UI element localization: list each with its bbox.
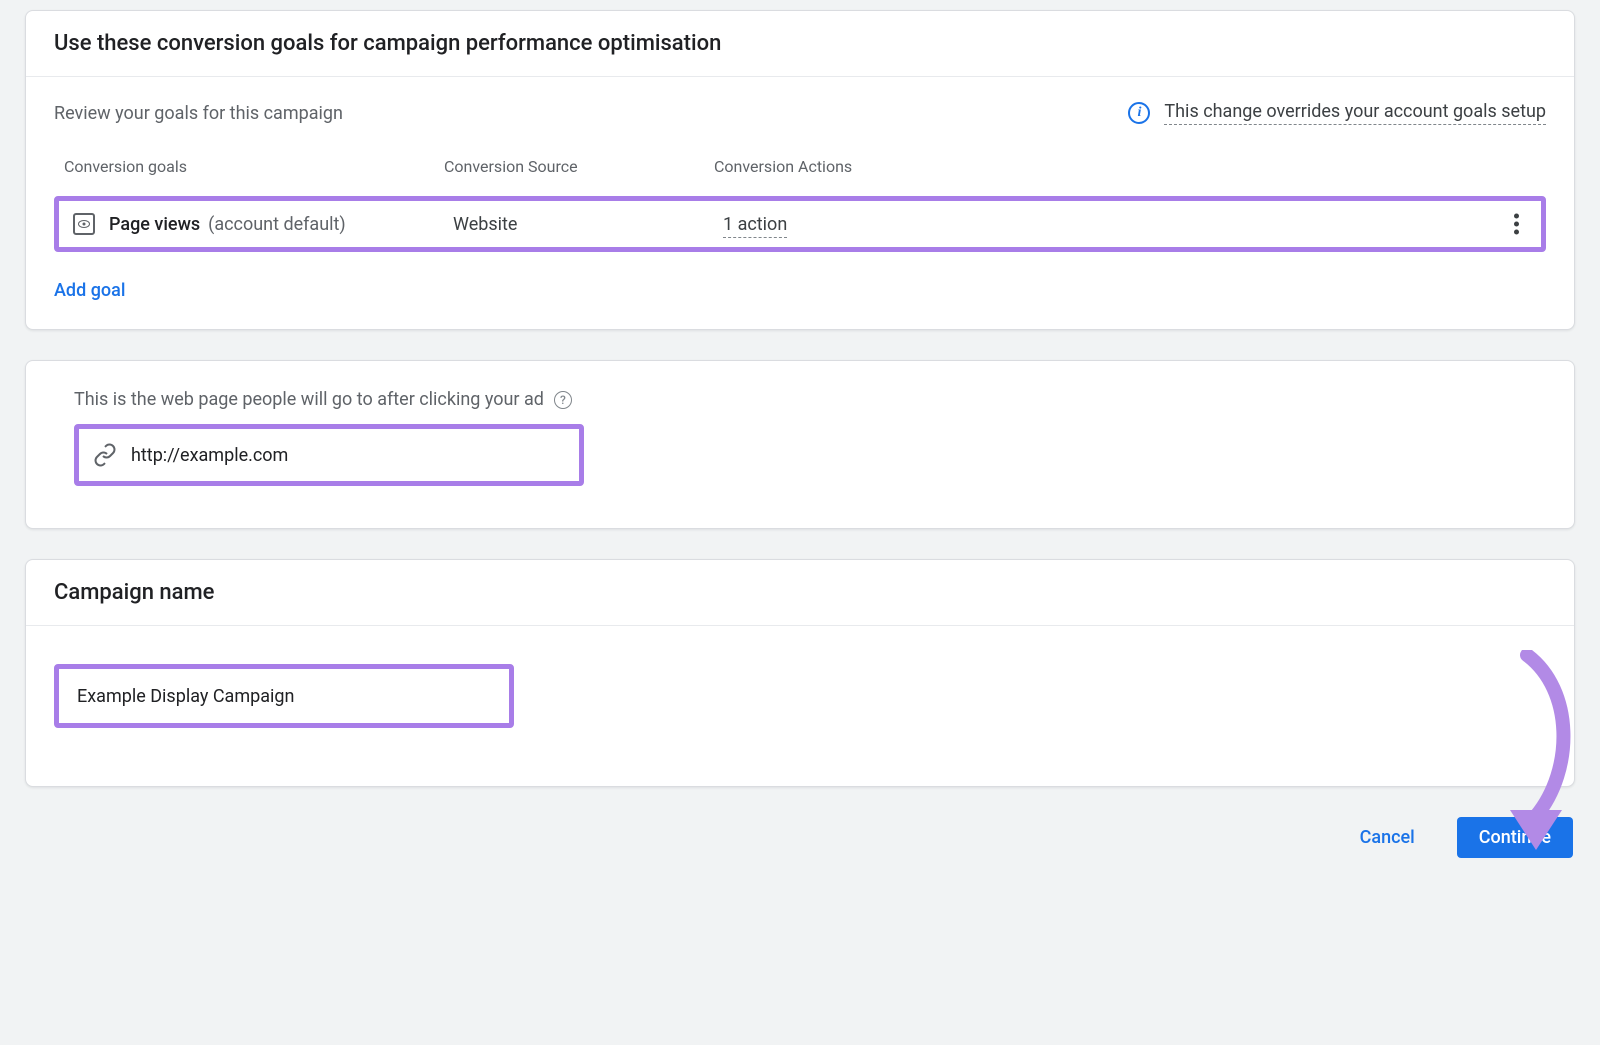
goals-table: Conversion goals Conversion Source Conve… bbox=[54, 157, 1546, 301]
override-info-group: i This change overrides your account goa… bbox=[1128, 101, 1546, 125]
goals-card-title: Use these conversion goals for campaign … bbox=[54, 31, 1546, 56]
subhead-row: Review your goals for this campaign i Th… bbox=[54, 101, 1546, 125]
url-label: This is the web page people will go to a… bbox=[74, 389, 544, 410]
row-menu-button[interactable] bbox=[1510, 210, 1523, 239]
review-goals-text: Review your goals for this campaign bbox=[54, 103, 343, 124]
campaign-name-input[interactable] bbox=[77, 686, 491, 707]
override-link[interactable]: This change overrides your account goals… bbox=[1164, 101, 1546, 125]
add-goal-link[interactable]: Add goal bbox=[54, 280, 1546, 301]
link-icon bbox=[93, 443, 117, 467]
url-label-row: This is the web page people will go to a… bbox=[74, 389, 1526, 410]
footer-actions: Cancel Continue bbox=[25, 817, 1575, 858]
card-body bbox=[26, 626, 1574, 786]
goal-name: Page views bbox=[109, 214, 200, 235]
goal-cell-source: Website bbox=[453, 214, 723, 235]
name-input-wrapper bbox=[54, 664, 514, 728]
card-header: Campaign name bbox=[26, 560, 1574, 626]
conversion-goals-card: Use these conversion goals for campaign … bbox=[25, 10, 1575, 330]
header-conversion-goals: Conversion goals bbox=[64, 157, 444, 176]
campaign-name-title: Campaign name bbox=[54, 580, 1546, 605]
goal-row-page-views[interactable]: Page views (account default) Website 1 a… bbox=[54, 196, 1546, 252]
card-body: This is the web page people will go to a… bbox=[26, 361, 1574, 528]
continue-button[interactable]: Continue bbox=[1457, 817, 1573, 858]
card-header: Use these conversion goals for campaign … bbox=[26, 11, 1574, 77]
destination-url-input[interactable] bbox=[131, 445, 565, 466]
cancel-button[interactable]: Cancel bbox=[1338, 817, 1437, 858]
goal-cell-name: Page views (account default) bbox=[73, 213, 453, 235]
info-icon[interactable]: i bbox=[1128, 102, 1150, 124]
header-conversion-actions: Conversion Actions bbox=[714, 157, 1536, 176]
campaign-name-card: Campaign name bbox=[25, 559, 1575, 787]
goal-source: Website bbox=[453, 214, 517, 235]
goal-default-label: (account default) bbox=[208, 214, 345, 235]
goal-actions-link[interactable]: 1 action bbox=[723, 214, 787, 238]
help-icon[interactable]: ? bbox=[554, 391, 572, 409]
table-headers: Conversion goals Conversion Source Conve… bbox=[54, 157, 1546, 176]
goal-cell-actions: 1 action bbox=[723, 214, 1527, 235]
page-views-icon bbox=[73, 213, 95, 235]
card-body: Review your goals for this campaign i Th… bbox=[26, 77, 1574, 329]
header-conversion-source: Conversion Source bbox=[444, 157, 714, 176]
url-input-wrapper bbox=[74, 424, 584, 486]
destination-url-card: This is the web page people will go to a… bbox=[25, 360, 1575, 529]
